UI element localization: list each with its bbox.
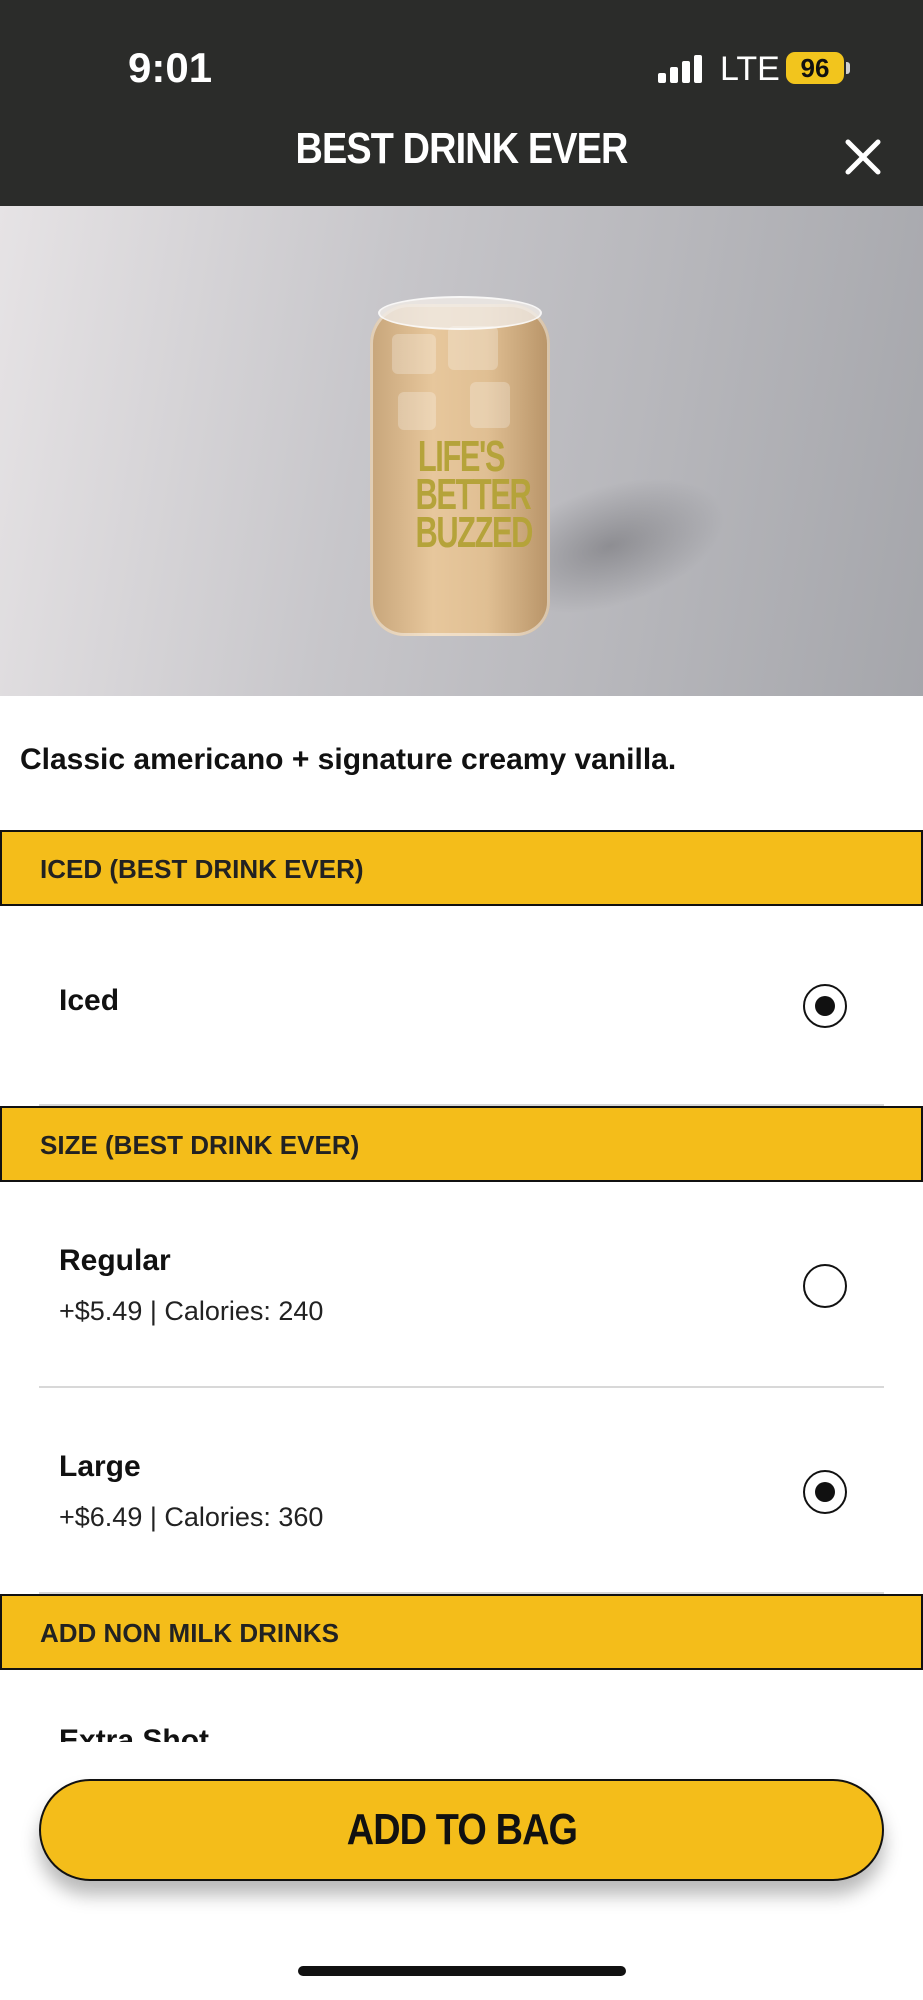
ice-cube xyxy=(392,334,436,374)
ice-cube xyxy=(470,382,510,428)
product-image: LIFE'S BETTER BUZZED xyxy=(0,206,923,696)
close-icon[interactable] xyxy=(840,134,886,180)
ice-cube xyxy=(398,392,436,430)
option-price-calories: +$6.49 | Calories: 360 xyxy=(59,1502,324,1532)
battery-icon: 96 xyxy=(786,52,844,84)
option-regular[interactable]: Regular +$5.49 | Calories: 240 xyxy=(0,1182,923,1386)
product-description: Classic americano + signature creamy van… xyxy=(20,743,677,776)
section-title: ADD NON MILK DRINKS xyxy=(40,1618,339,1648)
option-large[interactable]: Large +$6.49 | Calories: 360 xyxy=(0,1388,923,1594)
add-to-bag-label: ADD TO BAG xyxy=(346,1805,577,1854)
status-time: 9:01 xyxy=(128,44,213,91)
option-name: Large xyxy=(59,1450,141,1483)
radio-large[interactable] xyxy=(803,1470,847,1514)
option-price-calories: +$5.49 | Calories: 240 xyxy=(59,1296,324,1326)
home-indicator[interactable] xyxy=(298,1966,626,1976)
section-header-size: SIZE (BEST DRINK EVER) xyxy=(0,1106,923,1182)
radio-iced[interactable] xyxy=(803,984,847,1028)
page-title: BEST DRINK EVER xyxy=(295,124,629,173)
glass-logo-text: LIFE'S BETTER BUZZED xyxy=(415,432,534,557)
option-iced[interactable]: Iced xyxy=(0,906,923,1106)
section-header-add-non-milk: ADD NON MILK DRINKS xyxy=(0,1594,923,1670)
radio-regular[interactable] xyxy=(803,1264,847,1308)
battery-tip xyxy=(846,62,850,74)
ice-cube xyxy=(448,326,498,370)
network-label: LTE xyxy=(720,50,780,88)
signal-strength-icon xyxy=(658,55,704,83)
section-title: ICED (BEST DRINK EVER) xyxy=(40,854,364,884)
glass-rim xyxy=(378,296,542,330)
option-name: Regular xyxy=(59,1244,171,1277)
section-header-iced: ICED (BEST DRINK EVER) xyxy=(0,830,923,906)
option-name: Iced xyxy=(59,984,120,1017)
add-to-bag-button[interactable]: ADD TO BAG xyxy=(39,1779,884,1881)
app-header: 9:01 LTE 96 BEST DRINK EVER xyxy=(0,0,923,206)
section-title: SIZE (BEST DRINK EVER) xyxy=(40,1130,360,1160)
